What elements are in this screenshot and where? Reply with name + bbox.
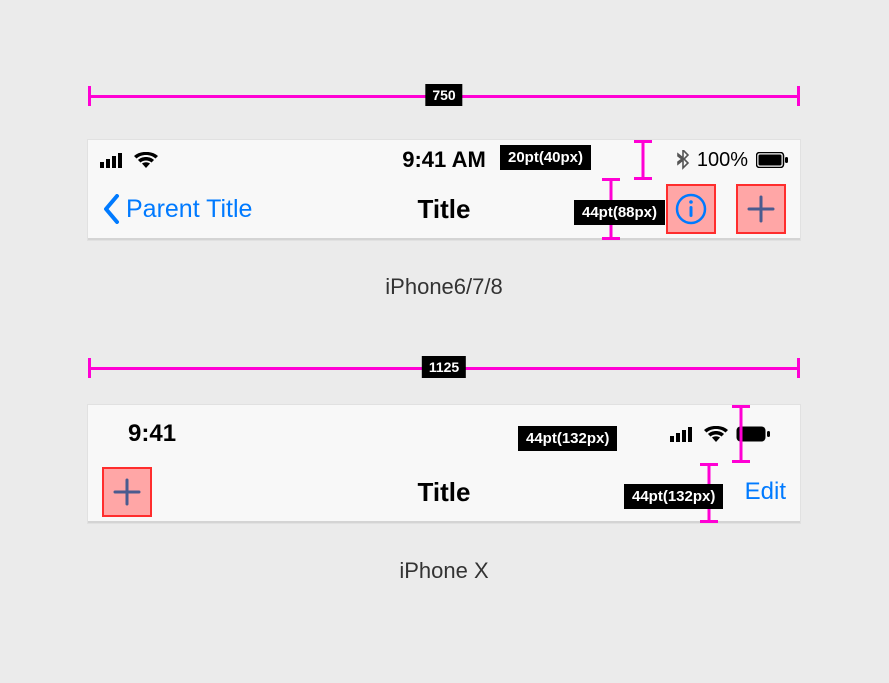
- wifi-icon: [134, 152, 158, 168]
- back-button[interactable]: Parent Title: [102, 194, 252, 224]
- caption-iphone678: iPhone6/7/8: [88, 274, 800, 300]
- page-title: Title: [418, 194, 471, 225]
- status-time: 9:41 AM: [402, 147, 486, 173]
- measure-label-navbar: 44pt(88px): [574, 200, 665, 225]
- width-badge: 750: [425, 84, 462, 106]
- width-badge: 1125: [422, 356, 466, 378]
- status-bar: 9:41 AM 100%: [88, 140, 800, 180]
- plus-icon: [745, 193, 777, 225]
- measure-label-statusbar-x: 44pt(132px): [518, 426, 617, 451]
- chevron-left-icon: [102, 194, 120, 224]
- cellular-signal-icon: [670, 426, 696, 442]
- page-title: Title: [418, 477, 471, 508]
- wifi-icon: [704, 426, 728, 442]
- measure-label-statusbar: 20pt(40px): [500, 145, 591, 170]
- bluetooth-icon: [677, 150, 689, 170]
- width-ruler-iphonex: 1125: [88, 358, 800, 378]
- plus-icon: [111, 476, 143, 508]
- info-icon: [674, 192, 708, 226]
- measure-bracket-statusbar: [634, 140, 652, 180]
- device-iphone678: 9:41 AM 100% Parent Title Title: [88, 140, 800, 240]
- nav-bar: Parent Title Title: [88, 180, 800, 240]
- measure-bracket-statusbar-x: [732, 405, 750, 463]
- status-bar: 9:41: [88, 405, 800, 463]
- battery-percent: 100%: [697, 149, 748, 172]
- cellular-signal-icon: [100, 152, 126, 168]
- caption-iphonex: iPhone X: [88, 558, 800, 584]
- parent-title-label: Parent Title: [126, 195, 252, 224]
- width-ruler-iphone678: 750: [88, 86, 800, 106]
- edit-button[interactable]: Edit: [745, 478, 786, 506]
- status-time: 9:41: [128, 420, 176, 448]
- info-button[interactable]: [666, 184, 716, 234]
- battery-icon: [756, 152, 788, 168]
- add-button[interactable]: [736, 184, 786, 234]
- measure-label-navbar-x: 44pt(132px): [624, 484, 723, 509]
- add-button[interactable]: [102, 467, 152, 517]
